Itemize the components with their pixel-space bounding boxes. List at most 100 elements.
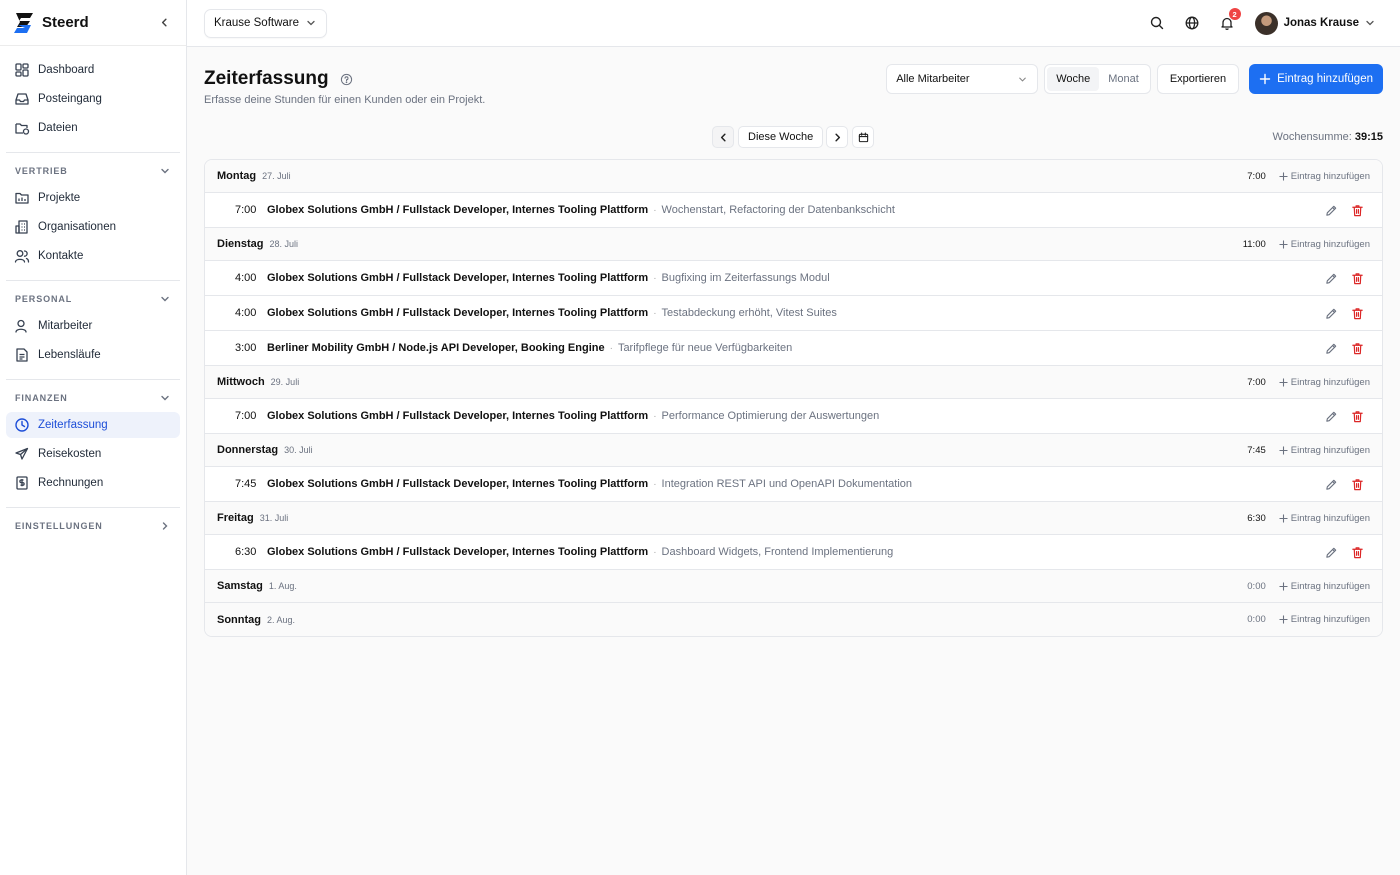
previous-week-button[interactable] xyxy=(712,126,734,148)
add-entry-button[interactable]: Eintrag hinzufügen xyxy=(1249,64,1383,94)
sidebar-item-organizations[interactable]: Organisationen xyxy=(6,214,180,240)
time-entry-row[interactable]: 3:00 Berliner Mobility GmbH / Node.js API… xyxy=(205,331,1382,366)
time-entry-row[interactable]: 4:00 Globex Solutions GmbH / Fullstack De… xyxy=(205,296,1382,331)
trash-icon[interactable] xyxy=(1351,272,1364,285)
entry-description: Testabdeckung erhöht, Vitest Suites xyxy=(661,307,837,319)
entry-actions xyxy=(1325,307,1364,320)
view-week-button[interactable]: Woche xyxy=(1047,67,1100,91)
section-header-personal[interactable]: PERSONAL xyxy=(6,291,180,307)
week-sum-label: Wochensumme: xyxy=(1272,131,1352,143)
chevron-down-icon xyxy=(161,168,169,174)
notifications-button[interactable]: 2 xyxy=(1219,8,1241,31)
employee-icon xyxy=(15,319,27,333)
sidebar-item-contacts[interactable]: Kontakte xyxy=(6,243,180,269)
notification-badge: 2 xyxy=(1228,8,1241,20)
employee-filter-select[interactable]: Alle Mitarbeiter xyxy=(886,64,1039,94)
time-entry-row[interactable]: 7:45 Globex Solutions GmbH / Fullstack De… xyxy=(205,467,1382,502)
sidebar-item-travel-expenses[interactable]: Reisekosten xyxy=(6,441,180,467)
next-week-button[interactable] xyxy=(826,126,849,148)
day-total: 7:00 xyxy=(1247,376,1266,388)
nav-group-vertrieb: VERTRIEB Projekte Organisationen Kontakt… xyxy=(6,153,180,281)
invoice-icon xyxy=(16,476,28,490)
entry-duration: 3:00 xyxy=(235,342,257,354)
chevron-down-icon xyxy=(307,20,315,26)
day-row: Sonntag 2. Aug. 0:00 Eintrag hinzufügen xyxy=(205,603,1382,636)
sidebar-item-time-tracking[interactable]: Zeiterfassung xyxy=(6,412,180,438)
separator-dot: · xyxy=(653,478,657,490)
view-toggle: Woche Monat xyxy=(1044,64,1151,94)
language-button[interactable] xyxy=(1184,15,1200,31)
search-button[interactable] xyxy=(1149,15,1165,31)
time-entry-row[interactable]: 7:00 Globex Solutions GmbH / Fullstack De… xyxy=(205,193,1382,228)
section-header-einstellungen[interactable]: EINSTELLUNGEN xyxy=(6,518,180,534)
sidebar-item-invoices[interactable]: Rechnungen xyxy=(6,470,180,496)
brand-name: Steerd xyxy=(42,14,89,31)
contacts-icon xyxy=(14,250,30,263)
time-entry-row[interactable]: 4:00 Globex Solutions GmbH / Fullstack De… xyxy=(205,261,1382,296)
day-date: 31. Juli xyxy=(259,513,289,523)
nav-group-personal: PERSONAL Mitarbeiter Lebensläufe xyxy=(6,281,180,380)
trash-icon[interactable] xyxy=(1351,478,1364,491)
edit-icon[interactable] xyxy=(1325,307,1338,320)
chevron-right-icon xyxy=(835,133,840,141)
user-menu[interactable]: Jonas Krause xyxy=(1254,11,1376,35)
day-row: Freitag 31. Juli 6:30 Eintrag hinzufügen xyxy=(205,502,1382,535)
plus-icon xyxy=(1279,239,1288,249)
sidebar-item-employees[interactable]: Mitarbeiter xyxy=(6,313,180,339)
day-add-entry-button[interactable]: Eintrag hinzufügen xyxy=(1279,581,1370,592)
chevron-down-icon xyxy=(161,296,169,302)
sidebar-item-projects[interactable]: Projekte xyxy=(6,185,180,211)
week-controls: Diese Woche xyxy=(712,126,875,148)
trash-icon[interactable] xyxy=(1351,307,1364,320)
edit-icon[interactable] xyxy=(1325,410,1338,423)
edit-icon[interactable] xyxy=(1325,342,1338,355)
projects-icon xyxy=(15,192,29,204)
day-add-entry-button[interactable]: Eintrag hinzufügen xyxy=(1279,614,1370,625)
edit-icon[interactable] xyxy=(1325,478,1338,491)
steerd-logo-icon xyxy=(14,12,33,33)
day-add-label: Eintrag hinzufügen xyxy=(1290,376,1370,388)
sidebar-item-files[interactable]: Dateien xyxy=(6,115,180,141)
edit-icon[interactable] xyxy=(1325,204,1338,217)
plus-icon xyxy=(1279,581,1288,591)
day-add-entry-button[interactable]: Eintrag hinzufügen xyxy=(1279,239,1370,250)
day-date: 2. Aug. xyxy=(267,614,296,625)
sidebar-item-label: Posteingang xyxy=(38,93,102,105)
time-entry-row[interactable]: 6:30 Globex Solutions GmbH / Fullstack De… xyxy=(205,535,1382,570)
day-total: 6:30 xyxy=(1247,512,1266,524)
sidebar-item-inbox[interactable]: Posteingang xyxy=(6,86,180,112)
day-add-entry-button[interactable]: Eintrag hinzufügen xyxy=(1279,445,1370,456)
plus-icon xyxy=(1279,615,1288,624)
sidebar-item-resumes[interactable]: Lebensläufe xyxy=(6,342,180,368)
tenant-switcher[interactable]: Krause Software xyxy=(204,8,328,38)
time-entry-row[interactable]: 7:00 Globex Solutions GmbH / Fullstack De… xyxy=(205,399,1382,434)
trash-icon[interactable] xyxy=(1351,546,1364,559)
day-add-entry-button[interactable]: Eintrag hinzufügen xyxy=(1279,377,1370,388)
edit-icon[interactable] xyxy=(1325,272,1338,285)
trash-icon[interactable] xyxy=(1351,342,1364,355)
page-actions: Alle Mitarbeiter Woche Monat Exportieren… xyxy=(886,64,1383,94)
section-header-vertrieb[interactable]: VERTRIEB xyxy=(6,163,180,179)
collapse-sidebar-button[interactable] xyxy=(154,13,174,33)
day-row: Montag 27. Juli 7:00 Eintrag hinzufügen xyxy=(205,160,1382,193)
trash-icon[interactable] xyxy=(1351,204,1364,217)
day-total: 11:00 xyxy=(1242,238,1266,250)
help-icon[interactable] xyxy=(340,73,353,86)
title-row: Zeiterfassung xyxy=(204,68,353,90)
day-add-label: Eintrag hinzufügen xyxy=(1290,444,1370,456)
sidebar-item-dashboard[interactable]: Dashboard xyxy=(6,57,180,83)
separator-dot: · xyxy=(653,307,657,319)
edit-icon[interactable] xyxy=(1325,546,1338,559)
entry-actions xyxy=(1325,272,1364,285)
view-month-button[interactable]: Monat xyxy=(1099,67,1148,91)
week-sum-value: 39:15 xyxy=(1354,131,1383,143)
current-week-button[interactable]: Diese Woche xyxy=(738,126,824,148)
date-picker-button[interactable] xyxy=(852,126,875,148)
day-name: Mittwoch xyxy=(217,376,265,388)
export-button[interactable]: Exportieren xyxy=(1156,64,1240,94)
section-header-finanzen[interactable]: FINANZEN xyxy=(6,390,180,406)
day-name: Montag xyxy=(217,170,257,182)
day-add-entry-button[interactable]: Eintrag hinzufügen xyxy=(1279,513,1370,524)
day-add-entry-button[interactable]: Eintrag hinzufügen xyxy=(1279,171,1370,182)
trash-icon[interactable] xyxy=(1351,410,1364,423)
